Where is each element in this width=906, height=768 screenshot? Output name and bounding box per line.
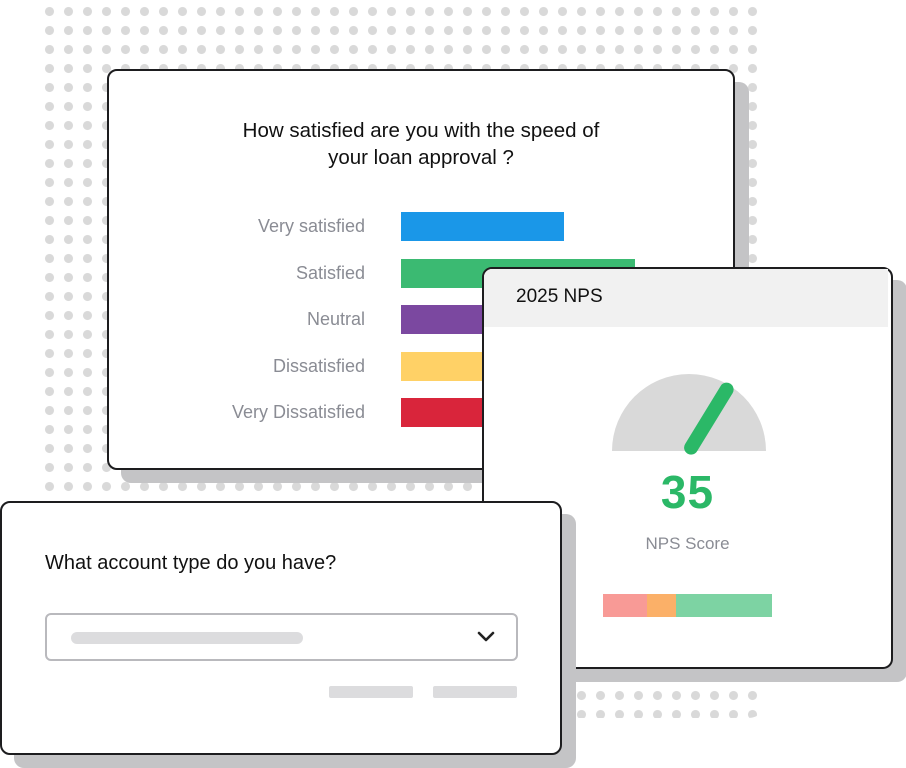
account-card: What account type do you have? (0, 501, 562, 755)
account-type-select[interactable] (45, 613, 518, 661)
nps-segment-detractors (603, 594, 647, 617)
primary-button-placeholder[interactable] (433, 686, 517, 698)
nps-title: 2025 NPS (516, 286, 603, 307)
survey-option-label: Neutral (306, 309, 365, 329)
nps-segment-passives (647, 594, 676, 617)
survey-option-label: Very Dissatisfied (231, 402, 365, 422)
account-question: What account type do you have? (45, 552, 337, 574)
nps-header: 2025 NPS (484, 269, 888, 327)
survey-option-label: Very satisfied (257, 216, 365, 236)
select-placeholder (71, 632, 303, 644)
nps-gauge (612, 374, 766, 455)
secondary-button-placeholder[interactable] (329, 686, 413, 698)
survey-option-bar (401, 212, 564, 241)
chevron-down-icon[interactable] (476, 629, 496, 645)
survey-option-row: Very satisfied (109, 211, 735, 241)
survey-option-label: Dissatisfied (272, 355, 365, 376)
survey-question: How satisfied are you with the speed of … (242, 119, 600, 169)
nps-segment-promoters (676, 594, 772, 617)
survey-option-label: Satisfied (295, 262, 365, 283)
